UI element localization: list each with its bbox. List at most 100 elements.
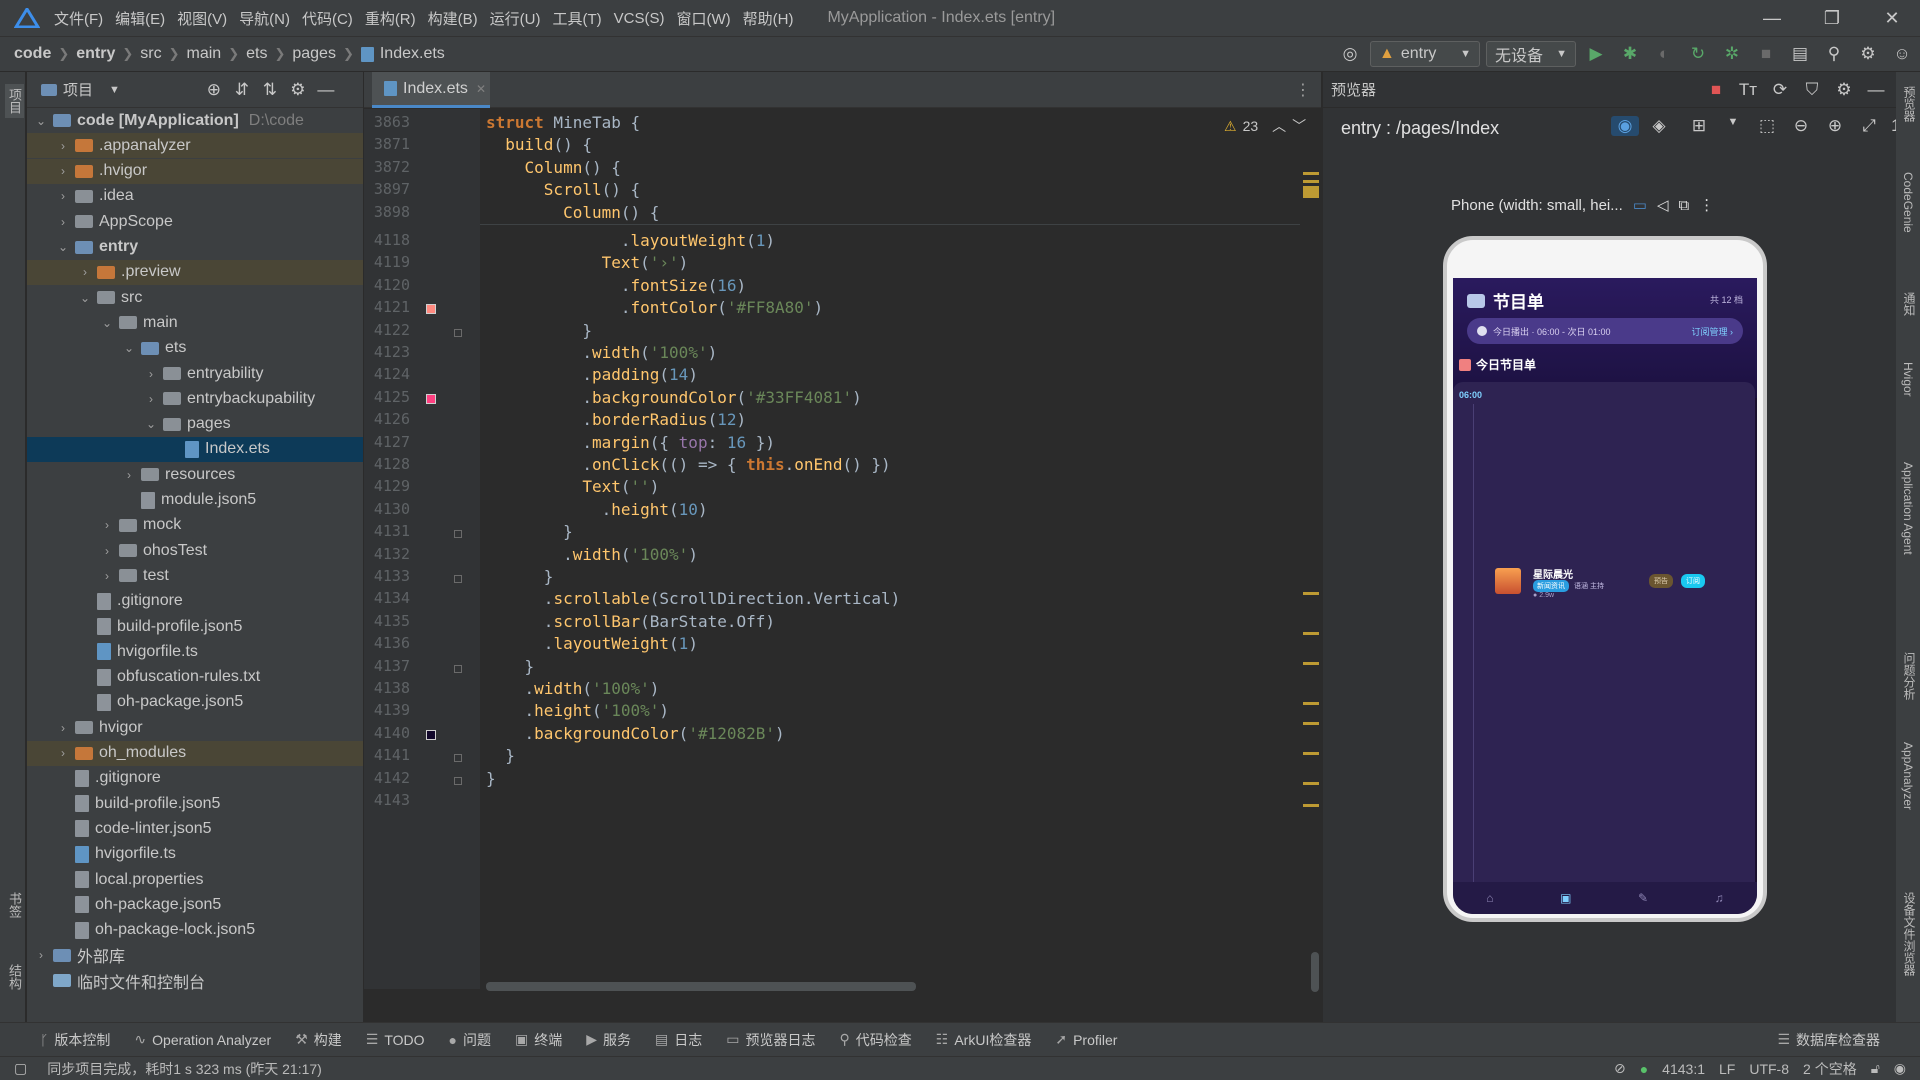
- debug-icon[interactable]: ✱: [1616, 44, 1644, 64]
- chevron-right-icon[interactable]: ›: [101, 544, 113, 558]
- stop-icon[interactable]: ■: [1752, 44, 1780, 64]
- locate-icon[interactable]: ⊕: [200, 80, 228, 100]
- tree-row[interactable]: oh-package-lock.json5: [27, 918, 363, 943]
- expand-all-icon[interactable]: ⇵: [228, 80, 256, 100]
- sticky-code-line[interactable]: Column() {: [486, 203, 659, 222]
- chevron-right-icon[interactable]: ›: [79, 265, 91, 279]
- power-save-icon[interactable]: ⊘: [1614, 1060, 1626, 1077]
- tree-row[interactable]: obfuscation-rules.txt: [27, 665, 363, 690]
- todo-tool-button[interactable]: ☰ TODO: [366, 1031, 425, 1048]
- code-line[interactable]: .layoutWeight(1): [486, 634, 698, 653]
- tree-row[interactable]: module.json5: [27, 488, 363, 513]
- rotate-icon[interactable]: ◁: [1657, 196, 1669, 214]
- gear-icon[interactable]: ⚙: [284, 80, 312, 100]
- inspector-icon[interactable]: ⛉: [1798, 80, 1826, 100]
- chevron-right-icon[interactable]: ›: [145, 367, 157, 381]
- sticky-code-line[interactable]: build() {: [486, 135, 592, 154]
- edit-tab-icon[interactable]: ✎: [1638, 891, 1648, 905]
- project-structure-icon[interactable]: ▤: [1786, 44, 1814, 64]
- tree-row[interactable]: › hvigor: [27, 715, 363, 740]
- menu-help[interactable]: 帮助(H): [743, 8, 794, 29]
- tree-row[interactable]: ⌄ src: [27, 285, 363, 310]
- tree-row[interactable]: › .preview: [27, 259, 363, 285]
- tree-row[interactable]: › entrybackupability: [27, 386, 363, 411]
- menu-file[interactable]: 文件(F): [54, 8, 103, 29]
- warning-marker[interactable]: [1303, 752, 1319, 755]
- line-ending[interactable]: LF: [1719, 1061, 1735, 1077]
- code-line[interactable]: .backgroundColor('#12082B'): [486, 724, 785, 743]
- code-line[interactable]: .layoutWeight(1): [486, 231, 775, 250]
- warning-marker[interactable]: [1303, 702, 1319, 705]
- preview-button[interactable]: 预告: [1649, 574, 1673, 588]
- appanalyzer-tool-button[interactable]: AppAnalyzer: [1901, 742, 1915, 810]
- chevron-down-icon[interactable]: ⌄: [123, 341, 135, 355]
- code-line[interactable]: .width('100%'): [486, 545, 698, 564]
- chevron-right-icon[interactable]: ›: [57, 164, 69, 178]
- chevron-down-icon[interactable]: ⌄: [35, 114, 47, 128]
- bookmarks-tool-button[interactable]: 书签: [5, 892, 24, 918]
- more-tabs-icon[interactable]: ⋮: [1295, 80, 1311, 100]
- chevron-right-icon[interactable]: ›: [57, 139, 69, 153]
- tree-row[interactable]: hvigorfile.ts: [27, 842, 363, 867]
- menu-window[interactable]: 窗口(W): [676, 8, 730, 29]
- eye-icon[interactable]: ◉: [1611, 116, 1639, 136]
- code-line[interactable]: }: [486, 746, 515, 765]
- breadcrumb-item[interactable]: code: [14, 45, 51, 63]
- tree-row[interactable]: .gitignore: [27, 766, 363, 791]
- minimize-icon[interactable]: —: [1742, 0, 1802, 36]
- manage-subscriptions-link[interactable]: 订阅管理 ›: [1692, 325, 1734, 338]
- vcs-tool-button[interactable]: ᚴ 版本控制: [40, 1030, 110, 1050]
- code-line[interactable]: .width('100%'): [486, 679, 660, 698]
- chevron-down-icon[interactable]: ⌄: [79, 291, 91, 305]
- sticky-code-line[interactable]: Column() {: [486, 158, 621, 177]
- chevron-right-icon[interactable]: ›: [57, 721, 69, 735]
- inspection-widget[interactable]: ⚠ 23 ︿ ﹀: [1224, 116, 1306, 136]
- breadcrumb-item[interactable]: pages: [292, 45, 336, 63]
- close-icon[interactable]: ✕: [1862, 0, 1920, 36]
- tree-row[interactable]: build-profile.json5: [27, 791, 363, 816]
- tree-row[interactable]: oh-package.json5: [27, 690, 363, 715]
- settings-icon[interactable]: ⚙: [1854, 44, 1882, 64]
- structure-tool-button[interactable]: 结构: [5, 964, 24, 990]
- code-line[interactable]: }: [486, 769, 496, 788]
- notifications-icon[interactable]: ◉: [1894, 1060, 1906, 1077]
- mic-tab-icon[interactable]: ♫: [1715, 891, 1724, 905]
- target-icon[interactable]: ◎: [1336, 44, 1364, 64]
- hide-panel-icon[interactable]: —: [312, 80, 340, 100]
- sticky-code-line[interactable]: Scroll() {: [486, 180, 640, 199]
- sticky-code-line[interactable]: struct MineTab {: [486, 113, 640, 132]
- tree-row[interactable]: ⌄ main: [27, 310, 363, 335]
- code-line[interactable]: .backgroundColor('#33FF4081'): [486, 388, 861, 407]
- code-line[interactable]: .fontColor('#FF8A80'): [486, 298, 823, 317]
- code-line[interactable]: }: [486, 657, 535, 676]
- tree-row[interactable]: › .hvigor: [27, 158, 363, 184]
- chevron-right-icon[interactable]: ›: [101, 518, 113, 532]
- chevron-down-icon[interactable]: ⌄: [145, 417, 157, 431]
- reload-icon[interactable]: ↻: [1684, 44, 1712, 64]
- breadcrumb-item[interactable]: Index.ets: [380, 45, 445, 63]
- code-inspection-tool-button[interactable]: ⚲ 代码检查: [840, 1030, 912, 1050]
- project-panel-title[interactable]: 项目: [63, 79, 93, 100]
- code-line[interactable]: }: [486, 567, 554, 586]
- tree-row[interactable]: 临时文件和控制台: [27, 968, 363, 993]
- warning-marker[interactable]: [1303, 592, 1319, 595]
- services-tool-button[interactable]: ▶ 服务: [586, 1030, 631, 1050]
- log-tool-button[interactable]: ▤ 日志: [655, 1030, 702, 1050]
- breadcrumb-item[interactable]: main: [187, 45, 222, 63]
- operation-analyzer-tool-button[interactable]: ∿ Operation Analyzer: [134, 1031, 271, 1048]
- chevron-right-icon[interactable]: ›: [35, 948, 47, 962]
- chevron-up-icon[interactable]: ︿: [1272, 116, 1286, 136]
- zoom-out-icon[interactable]: ⊖: [1787, 116, 1815, 136]
- database-inspector-tool-button[interactable]: ☰ 数据库检查器: [1777, 1030, 1880, 1050]
- tree-row[interactable]: › .idea: [27, 184, 363, 209]
- refresh-icon[interactable]: ⟳: [1766, 80, 1794, 100]
- device-selector[interactable]: 无设备 ▼: [1486, 41, 1576, 67]
- build-tool-button[interactable]: ⚒ 构建: [295, 1030, 342, 1050]
- code-area[interactable]: struct MineTab { build() { Column() { Sc…: [364, 109, 1321, 989]
- device-mode-icon[interactable]: ▭: [1633, 196, 1647, 214]
- debug-attach-icon[interactable]: ✲: [1718, 44, 1746, 64]
- menu-run[interactable]: 运行(U): [490, 8, 541, 29]
- close-tab-icon[interactable]: ✕: [476, 82, 486, 96]
- code-line[interactable]: Text(''): [486, 477, 659, 496]
- search-icon[interactable]: ⚲: [1820, 44, 1848, 64]
